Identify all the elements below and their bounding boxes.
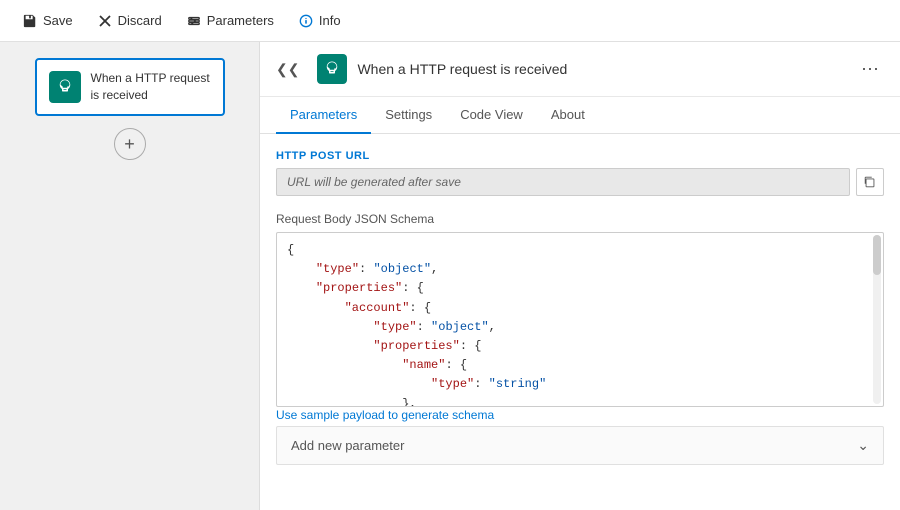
tab-parameters[interactable]: Parameters [276,97,371,134]
code-scrollbar-thumb [873,235,881,275]
parameters-icon [186,13,202,29]
panel-header-icon [317,54,347,84]
save-icon [22,13,38,29]
discard-button[interactable]: Discard [87,9,172,33]
add-parameter-bar[interactable]: Add new parameter ⌄ [276,426,884,465]
panel-header: ❮❮ When a HTTP request is received ⋯ [260,42,900,97]
tab-about[interactable]: About [537,97,599,134]
node-label: When a HTTP request is received [91,70,211,104]
panel-body: HTTP POST URL URL will be generated afte… [260,134,900,510]
save-label: Save [43,13,73,28]
tab-codeview[interactable]: Code View [446,97,537,134]
main-layout: When a HTTP request is received + ❮❮ Whe… [0,42,900,510]
tab-settings[interactable]: Settings [371,97,446,134]
add-parameter-label: Add new parameter [291,438,404,453]
add-node-button[interactable]: + [114,128,146,160]
panel-title: When a HTTP request is received [357,61,847,77]
schema-label: Request Body JSON Schema [276,212,884,226]
plus-icon: + [124,135,135,153]
sample-payload-link[interactable]: Use sample payload to generate schema [276,408,494,422]
discard-icon [97,13,113,29]
chevron-down-icon: ⌄ [857,437,869,454]
parameters-label: Parameters [207,13,274,28]
sidebar: When a HTTP request is received + [0,42,260,510]
url-input: URL will be generated after save [276,168,850,196]
right-panel: ❮❮ When a HTTP request is received ⋯ Par… [260,42,900,510]
info-label: Info [319,13,341,28]
http-post-url-label: HTTP POST URL [276,150,884,162]
copy-url-button[interactable] [856,168,884,196]
info-button[interactable]: Info [288,9,351,33]
parameters-button[interactable]: Parameters [176,9,284,33]
code-editor[interactable]: { "type": "object", "properties": { "acc… [276,232,884,407]
expand-icon[interactable]: ❮❮ [276,61,299,78]
node-card[interactable]: When a HTTP request is received [35,58,225,116]
node-icon [49,71,81,103]
save-button[interactable]: Save [12,9,83,33]
discard-label: Discard [118,13,162,28]
toolbar: Save Discard Parameters [0,0,900,42]
info-icon [298,13,314,29]
code-scrollbar[interactable] [873,235,881,404]
url-field: URL will be generated after save [276,168,884,196]
more-options-button[interactable]: ⋯ [857,59,884,80]
code-content: { "type": "object", "properties": { "acc… [287,241,873,407]
tabs-bar: Parameters Settings Code View About [260,97,900,134]
